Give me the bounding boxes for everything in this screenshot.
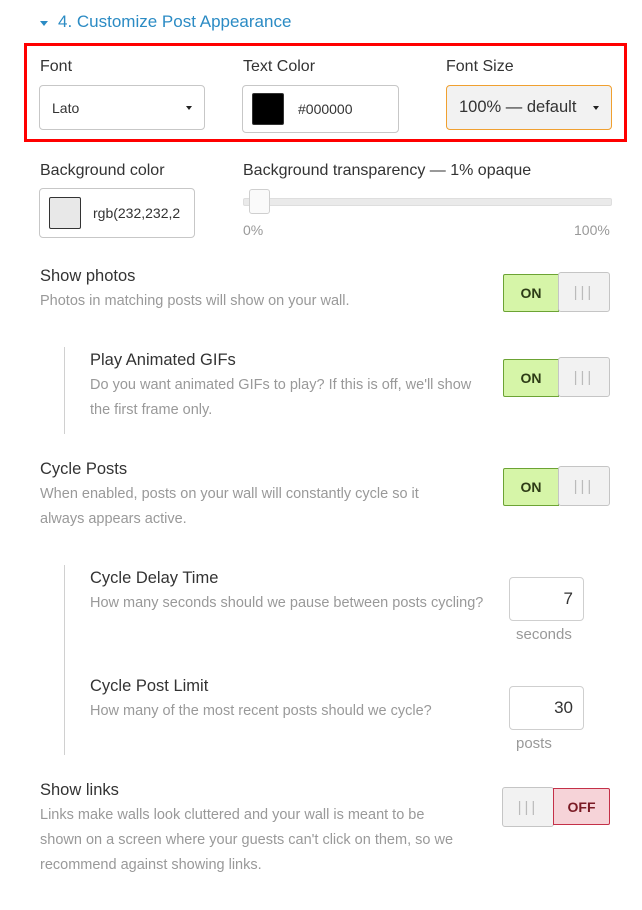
transparency-slider-track[interactable] bbox=[243, 198, 612, 206]
toggle-on-label: ON bbox=[503, 359, 559, 397]
nested-divider bbox=[64, 565, 65, 755]
show-links-description: Links make walls look cluttered and your… bbox=[40, 807, 454, 873]
text-color-swatch[interactable] bbox=[252, 93, 284, 125]
cycle-posts-description: When enabled, posts on your wall will co… bbox=[40, 486, 419, 527]
show-links-toggle[interactable]: ||| OFF bbox=[502, 787, 610, 827]
show-photos-toggle[interactable]: ON ||| bbox=[503, 272, 610, 312]
cycle-delay-unit: seconds bbox=[516, 626, 572, 643]
toggle-grip-icon: ||| bbox=[558, 357, 610, 397]
cycle-limit-description: How many of the most recent posts should… bbox=[90, 703, 432, 719]
cycle-limit-unit: posts bbox=[516, 735, 552, 752]
show-photos-title: Show photos bbox=[40, 267, 136, 285]
section-title: 4. Customize Post Appearance bbox=[58, 12, 292, 31]
font-select-value: Lato bbox=[52, 99, 80, 116]
text-color-label: Text Color bbox=[243, 58, 316, 75]
dropdown-caret-icon bbox=[593, 105, 599, 110]
play-gifs-description: Do you want animated GIFs to play? If th… bbox=[90, 377, 472, 418]
font-select[interactable]: Lato bbox=[39, 85, 205, 130]
font-size-value: 100% — default bbox=[459, 98, 577, 116]
cycle-delay-description: How many seconds should we pause between… bbox=[90, 595, 484, 611]
font-size-select[interactable]: 100% — default bbox=[446, 85, 612, 130]
section-header[interactable]: 4. Customize Post Appearance bbox=[40, 12, 291, 32]
background-color-input[interactable]: rgb(232,232,2 bbox=[39, 188, 195, 238]
text-color-value: #000000 bbox=[298, 101, 353, 117]
toggle-off-label: OFF bbox=[553, 788, 610, 825]
cycle-limit-input[interactable]: 30 bbox=[509, 686, 584, 730]
transparency-slider-handle[interactable] bbox=[249, 189, 271, 214]
toggle-on-label: ON bbox=[503, 468, 559, 506]
nested-divider bbox=[64, 347, 65, 434]
slider-min-label: 0% bbox=[243, 222, 264, 238]
font-label: Font bbox=[40, 58, 73, 75]
transparency-label: Background transparency — 1% opaque bbox=[243, 162, 532, 179]
show-links-title: Show links bbox=[40, 781, 119, 799]
dropdown-caret-icon bbox=[186, 105, 192, 110]
cycle-delay-title: Cycle Delay Time bbox=[90, 569, 219, 587]
font-size-label: Font Size bbox=[446, 58, 514, 75]
text-color-input[interactable]: #000000 bbox=[242, 85, 399, 133]
toggle-grip-icon: ||| bbox=[558, 466, 610, 506]
caret-down-icon bbox=[40, 20, 48, 26]
play-gifs-toggle[interactable]: ON ||| bbox=[503, 357, 610, 397]
toggle-grip-icon: ||| bbox=[502, 787, 554, 827]
cycle-posts-toggle[interactable]: ON ||| bbox=[503, 466, 610, 506]
background-color-value: rgb(232,232,2 bbox=[93, 205, 181, 221]
slider-max-label: 100% bbox=[574, 222, 610, 238]
show-photos-description: Photos in matching posts will show on yo… bbox=[40, 293, 350, 309]
toggle-grip-icon: ||| bbox=[558, 272, 610, 312]
cycle-posts-title: Cycle Posts bbox=[40, 460, 128, 478]
play-gifs-title: Play Animated GIFs bbox=[90, 351, 236, 369]
background-color-label: Background color bbox=[40, 162, 165, 179]
cycle-delay-input[interactable]: 7 bbox=[509, 577, 584, 621]
background-color-swatch[interactable] bbox=[49, 197, 81, 229]
cycle-limit-title: Cycle Post Limit bbox=[90, 677, 209, 695]
toggle-on-label: ON bbox=[503, 274, 559, 312]
